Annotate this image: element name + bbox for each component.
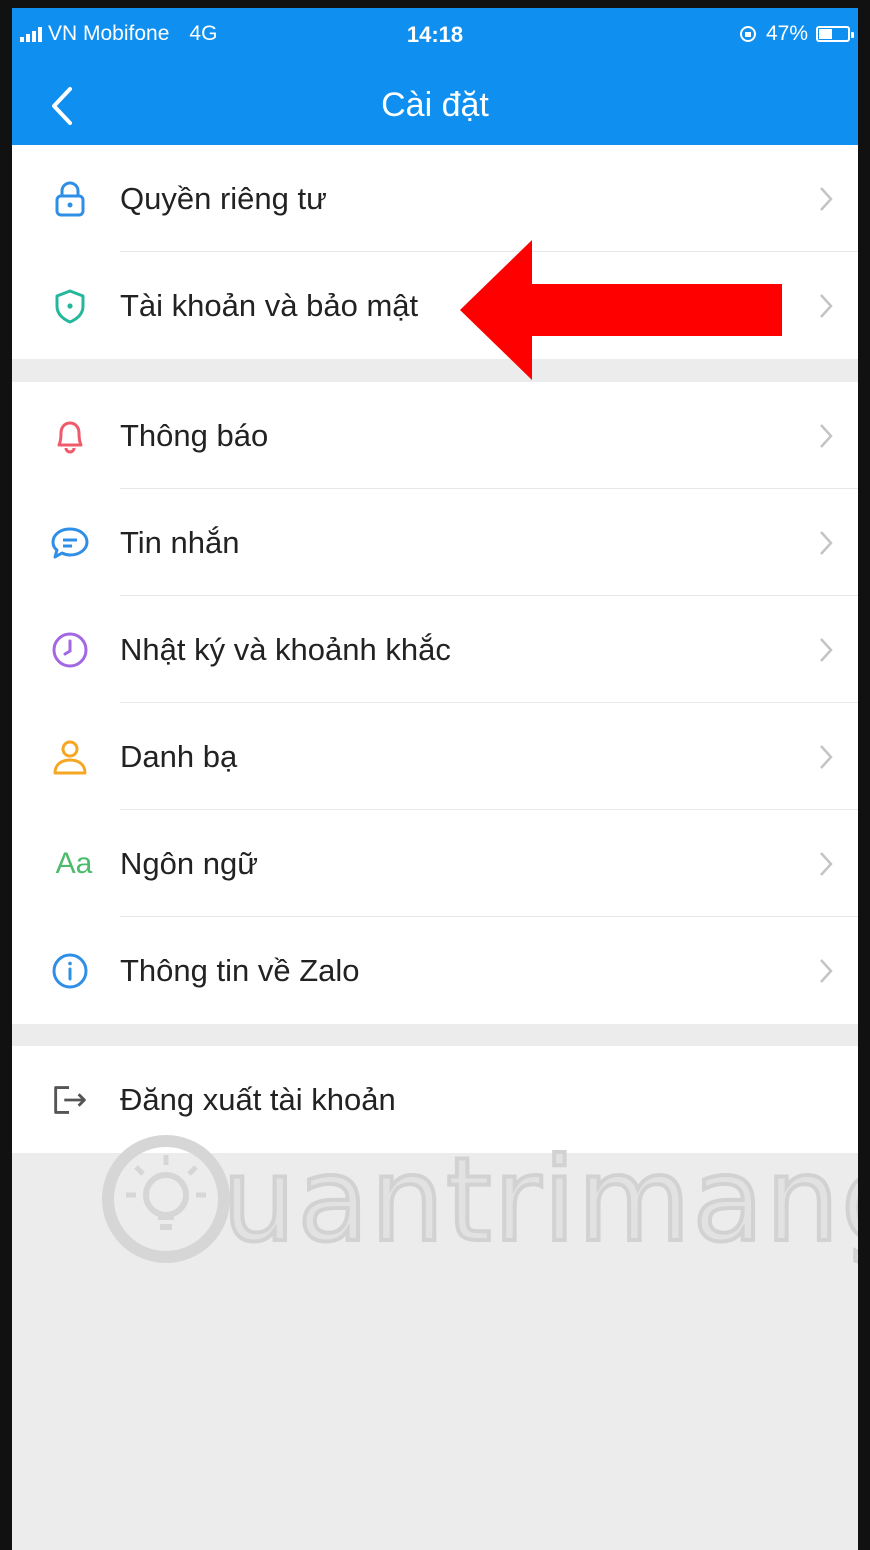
watermark-text: uantrimang [220, 1131, 870, 1270]
settings-item-contacts[interactable]: Danh bạ [12, 703, 858, 810]
settings-group-general: Thông báo Tin nhắn Nhật ký và khoảnh khắ… [12, 382, 858, 1024]
message-icon [48, 521, 92, 565]
lock-icon [48, 177, 92, 221]
settings-item-about[interactable]: Thông tin về Zalo [12, 917, 858, 1024]
settings-group-logout: Đăng xuất tài khoản [12, 1046, 858, 1153]
battery-percent: 47% [765, 22, 808, 45]
settings-item-label: Tài khoản và bảo mật [120, 287, 419, 323]
chevron-right-icon [820, 293, 833, 318]
chevron-right-icon [820, 744, 833, 769]
chevron-right-icon [820, 958, 833, 983]
battery-icon [816, 26, 854, 42]
person-icon [48, 735, 92, 779]
info-icon [48, 949, 92, 993]
shield-icon [48, 284, 92, 328]
bell-icon [48, 414, 92, 458]
status-bar: VN Mobifone 4G 14:18 47% [12, 8, 858, 60]
settings-item-label: Thông tin về Zalo [120, 952, 360, 988]
settings-item-label: Danh bạ [120, 738, 238, 774]
chevron-right-icon [820, 530, 833, 555]
orientation-lock-icon [739, 26, 756, 42]
chevron-right-icon [820, 186, 833, 211]
settings-item-label: Đăng xuất tài khoản [120, 1081, 396, 1117]
phone-screen: VN Mobifone 4G 14:18 47% Cài đặt Quyền r… [0, 0, 870, 1550]
lightbulb-logo-icon [102, 1135, 230, 1263]
settings-item-notifications[interactable]: Thông báo [12, 382, 858, 489]
settings-item-timeline[interactable]: Nhật ký và khoảnh khắc [12, 596, 858, 703]
nav-bar: Cài đặt [12, 60, 858, 153]
settings-item-label: Tin nhắn [120, 524, 240, 560]
logout-button[interactable]: Đăng xuất tài khoản [12, 1046, 858, 1153]
settings-item-label: Ngôn ngữ [120, 845, 258, 881]
chevron-right-icon [820, 851, 833, 876]
settings-item-privacy[interactable]: Quyền riêng tư [12, 145, 858, 252]
chevron-right-icon [820, 423, 833, 448]
status-time: 14:18 [406, 22, 464, 47]
settings-item-language[interactable]: Aa Ngôn ngữ [12, 810, 858, 917]
settings-item-label: Quyền riêng tư [120, 180, 327, 216]
settings-item-label: Thông báo [120, 417, 269, 453]
red-arrow-annotation [460, 240, 782, 380]
language-icon-text: Aa [55, 846, 93, 880]
chevron-right-icon [820, 637, 833, 662]
language-icon: Aa [44, 842, 104, 886]
top-bar: VN Mobifone 4G 14:18 47% Cài đặt [12, 0, 858, 145]
page-title: Cài đặt [381, 86, 489, 124]
settings-item-label: Nhật ký và khoảnh khắc [120, 631, 451, 667]
settings-item-messages[interactable]: Tin nhắn [12, 489, 858, 596]
status-right: 47% [738, 22, 854, 46]
clock-icon [48, 628, 92, 672]
logout-icon [48, 1078, 92, 1122]
